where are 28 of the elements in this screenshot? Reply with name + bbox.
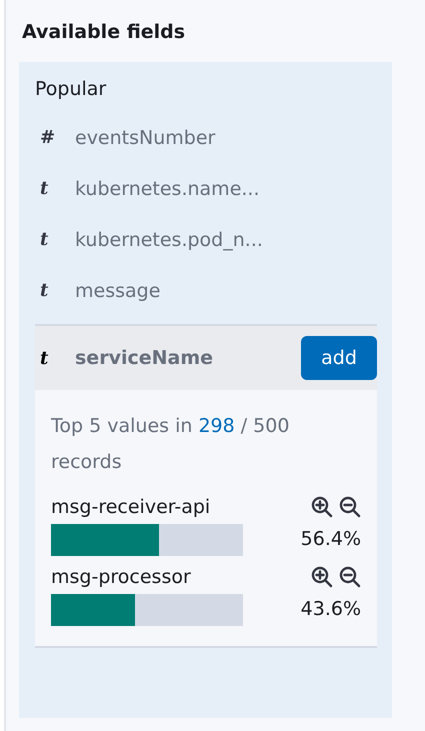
value-name: msg-receiver-api bbox=[51, 496, 212, 518]
value-name: msg-processor bbox=[51, 566, 192, 588]
zoom-in-icon[interactable] bbox=[311, 496, 333, 518]
field-name: message bbox=[75, 280, 162, 302]
field-name: kubernetes.pod_n... bbox=[75, 228, 264, 250]
add-button[interactable]: add bbox=[301, 336, 377, 380]
zoom-out-icon[interactable] bbox=[339, 496, 361, 518]
section-title: Available fields bbox=[22, 20, 186, 45]
type-icon: t bbox=[35, 229, 75, 250]
type-icon: # bbox=[35, 127, 75, 148]
field-name: kubernetes.name... bbox=[75, 178, 260, 200]
percent-text: 56.4% bbox=[300, 528, 361, 550]
field-name: serviceName bbox=[75, 347, 214, 369]
percent-text: 43.6% bbox=[300, 598, 361, 620]
field-row[interactable]: # eventsNumber bbox=[35, 112, 377, 163]
type-icon: t bbox=[35, 348, 75, 368]
type-icon: t bbox=[35, 280, 75, 301]
field-row[interactable]: t message bbox=[35, 265, 377, 316]
summary-text: Top 5 values in 298 / 500 records bbox=[51, 414, 290, 475]
type-icon: t bbox=[35, 178, 75, 199]
zoom-in-icon[interactable] bbox=[311, 566, 333, 588]
records-link[interactable]: 298 bbox=[198, 415, 235, 437]
field-row[interactable]: t kubernetes.name... bbox=[35, 163, 377, 214]
field-name: eventsNumber bbox=[75, 126, 216, 148]
field-row[interactable]: t kubernetes.pod_n... bbox=[35, 214, 377, 265]
zoom-out-icon[interactable] bbox=[339, 566, 361, 588]
group-label: Popular bbox=[35, 78, 108, 100]
field-row[interactable]: t serviceName add bbox=[35, 324, 377, 390]
